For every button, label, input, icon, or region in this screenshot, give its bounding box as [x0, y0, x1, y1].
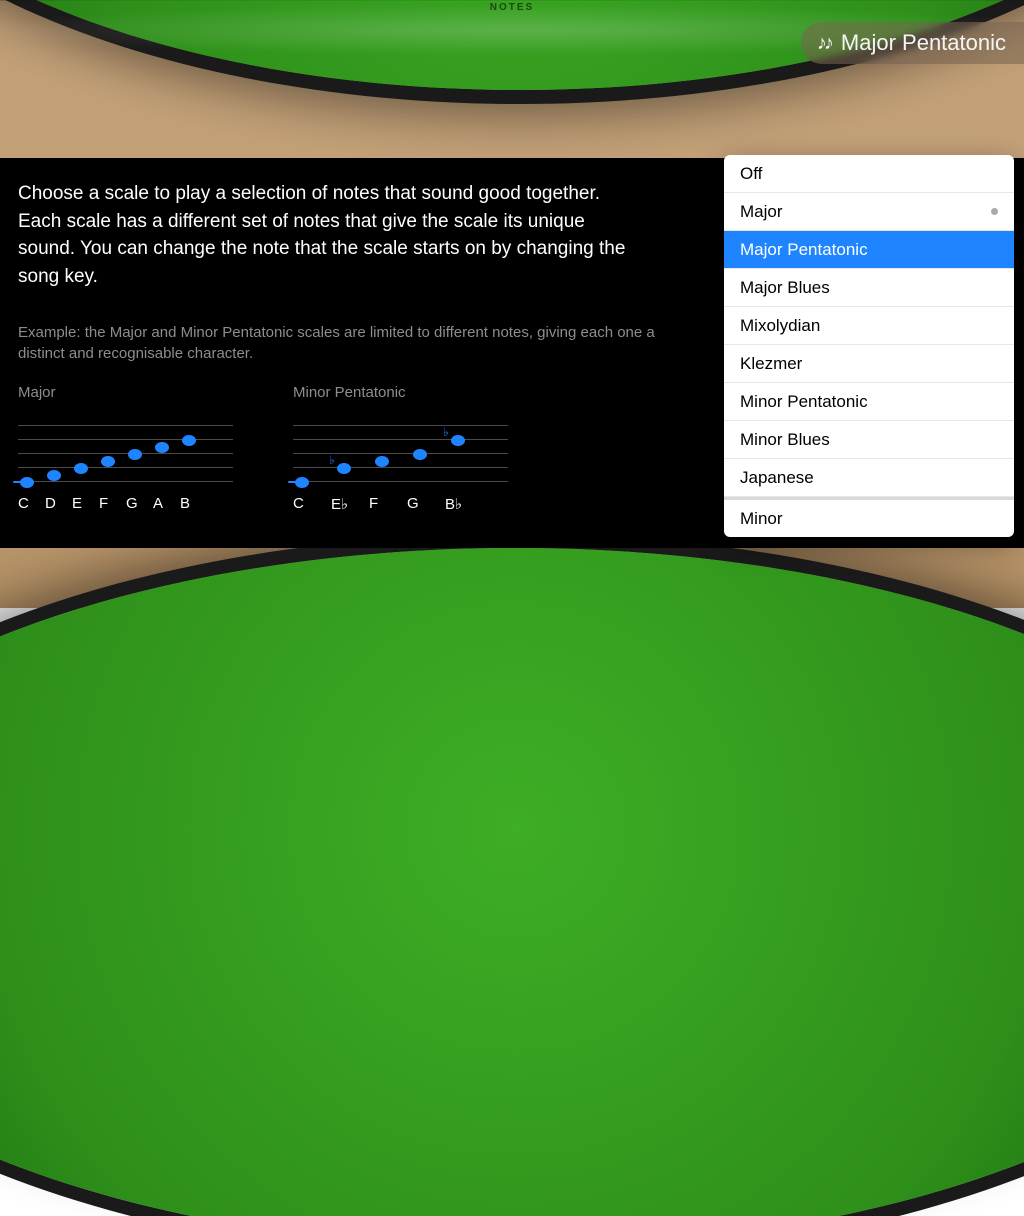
scale-option-minor-blues[interactable]: Minor Blues — [724, 421, 1014, 459]
scale-option-major-pentatonic[interactable]: Major Pentatonic — [724, 231, 1014, 269]
staff-minor-pent-lines: ♭ ♭ — [293, 415, 508, 485]
scale-option-label: Off — [740, 164, 762, 184]
scale-info-panel: Choose a scale to play a selection of no… — [0, 158, 1024, 548]
ukulele-body-bottom — [0, 548, 1024, 1216]
scale-option-label: Major — [740, 202, 783, 222]
notes-icon: ♪♪ — [817, 32, 831, 55]
scale-option-label: Major Pentatonic — [740, 240, 868, 260]
scale-option-label: Major Blues — [740, 278, 830, 298]
scale-list-popover: Off Major Major Pentatonic Major Blues Mixol… — [724, 155, 1014, 537]
scale-option-major[interactable]: Major — [724, 193, 1014, 231]
scale-option-minor-pentatonic[interactable]: Minor Pentatonic — [724, 383, 1014, 421]
notes-mode-label: NOTES — [490, 2, 534, 13]
scale-option-japanese[interactable]: Japanese — [724, 459, 1014, 497]
scale-option-label: Minor — [740, 509, 783, 529]
default-indicator-dot — [991, 208, 998, 215]
staff-minor-pent-title: Minor Pentatonic — [293, 384, 508, 401]
scale-option-major-blues[interactable]: Major Blues — [724, 269, 1014, 307]
scale-option-mixolydian[interactable]: Mixolydian — [724, 307, 1014, 345]
scale-example-caption: Example: the Major and Minor Pentatonic … — [18, 322, 658, 364]
scale-option-label: Mixolydian — [740, 316, 820, 336]
scale-option-label: Minor Blues — [740, 430, 830, 450]
scale-option-label: Klezmer — [740, 354, 802, 374]
scale-option-label: Minor Pentatonic — [740, 392, 868, 412]
scale-option-minor[interactable]: Minor — [724, 497, 1014, 537]
scale-option-off[interactable]: Off — [724, 155, 1014, 193]
staff-major-labels: CD EF GA B — [18, 495, 233, 512]
scale-description: Choose a scale to play a selection of no… — [18, 180, 643, 290]
current-scale-name: Major Pentatonic — [841, 30, 1006, 56]
staff-minor-pentatonic: Minor Pentatonic ♭ ♭ CE♭ FG B♭ — [293, 384, 508, 513]
current-scale-pill[interactable]: ♪♪ Major Pentatonic — [801, 22, 1024, 64]
scale-option-label: Japanese — [740, 468, 814, 488]
staff-major-lines — [18, 415, 233, 485]
staff-minor-pent-labels: CE♭ FG B♭ — [293, 495, 508, 513]
staff-major: Major CD EF GA B — [18, 384, 233, 513]
scale-option-klezmer[interactable]: Klezmer — [724, 345, 1014, 383]
staff-major-title: Major — [18, 384, 233, 401]
